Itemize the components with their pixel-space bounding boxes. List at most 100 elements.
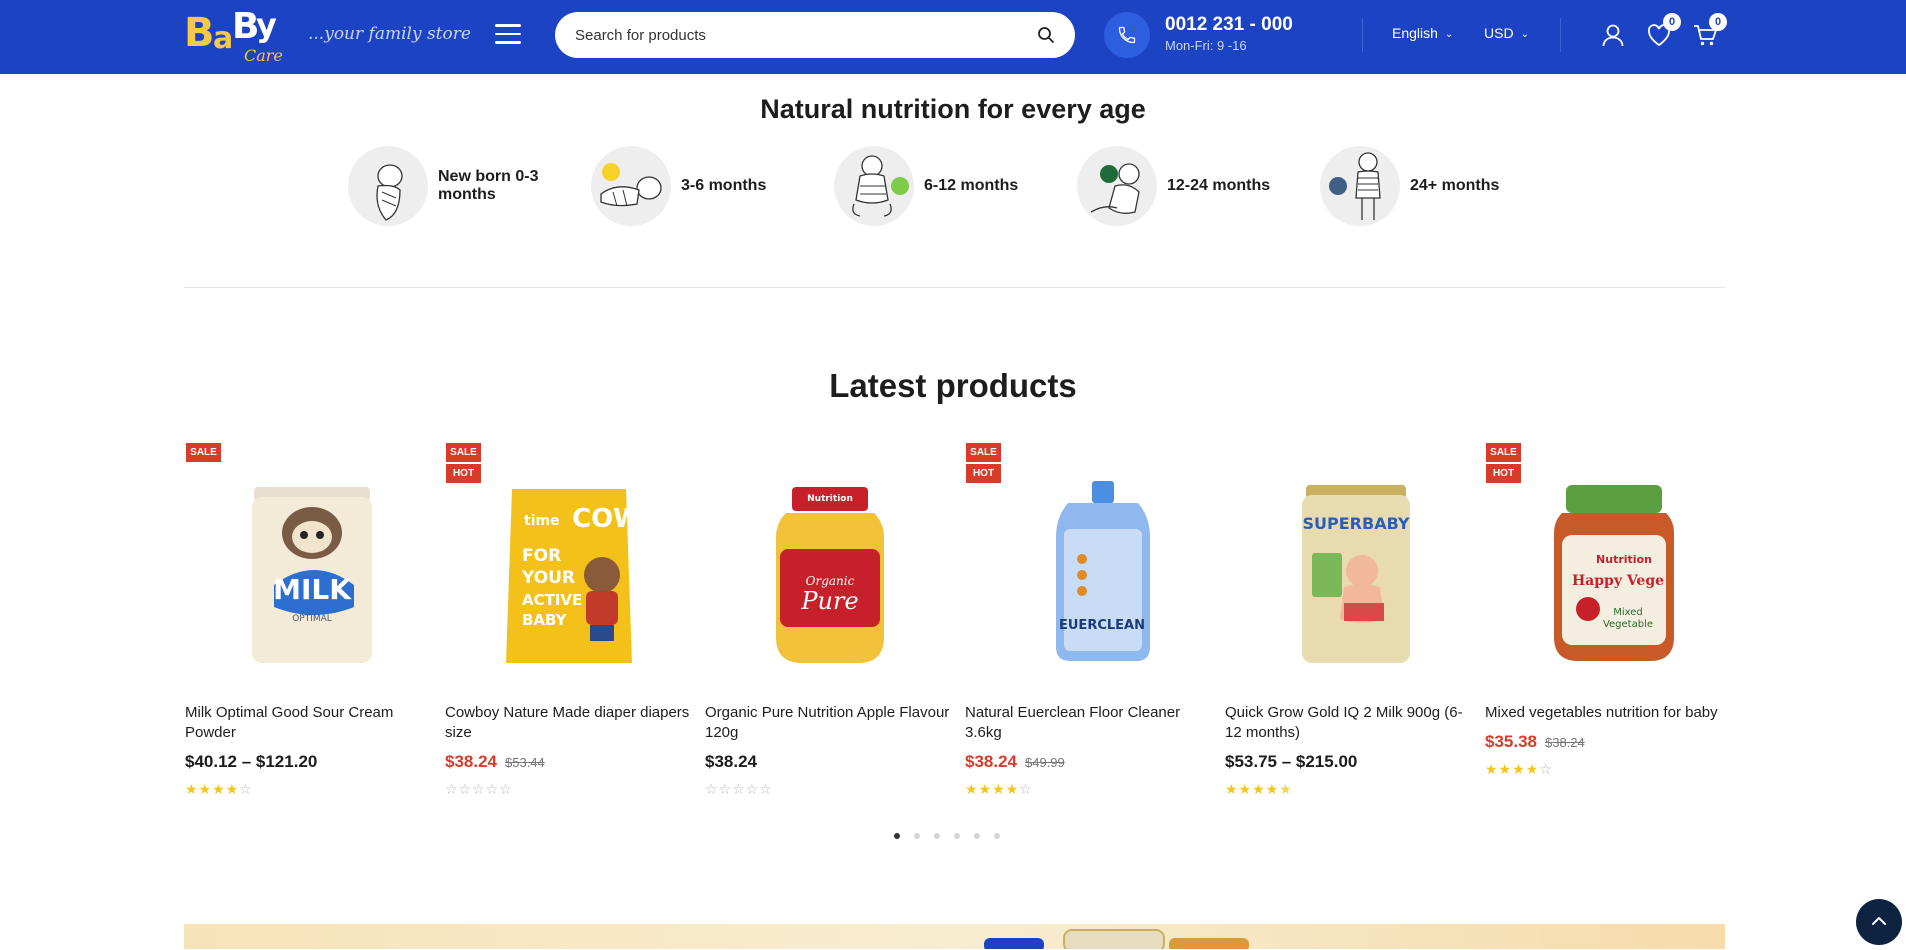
chevron-down-icon: ⌄: [1444, 29, 1454, 40]
product-name[interactable]: Mixed vegetables nutrition for baby: [1485, 703, 1730, 723]
svg-text:Care: Care: [244, 46, 283, 65]
language-selector[interactable]: English ⌄: [1392, 25, 1453, 41]
opening-hours: Mon-Fri: 9 -16: [1165, 38, 1247, 53]
back-to-top-button[interactable]: [1856, 899, 1902, 945]
svg-text:ACTIVE: ACTIVE: [522, 591, 582, 609]
svg-text:SUPERBABY: SUPERBABY: [1303, 514, 1410, 533]
price-current: $38.24: [965, 752, 1017, 771]
currency-label: USD: [1484, 25, 1514, 41]
product-rating: ★★★★☆: [965, 781, 1033, 797]
svg-text:y: y: [256, 6, 277, 44]
wishlist-icon[interactable]: 0: [1646, 13, 1681, 48]
carousel-dot[interactable]: [934, 833, 940, 839]
product-rating: ★★★★☆: [185, 781, 253, 797]
section-divider: [184, 287, 1725, 288]
svg-text:YOUR: YOUR: [521, 568, 575, 588]
age-category-label: New born 0-3 months: [438, 168, 539, 203]
svg-text:Mixed: Mixed: [1613, 607, 1643, 618]
product-price: $38.24: [705, 752, 757, 772]
product-name[interactable]: Natural Euerclean Floor Cleaner 3.6kg: [965, 703, 1210, 743]
product-image[interactable]: EUERCLEAN: [994, 463, 1184, 673]
header-divider: [1362, 18, 1363, 52]
product-rating: ☆☆☆☆☆: [445, 781, 513, 797]
sitting-baby-icon: [834, 146, 914, 226]
search-icon[interactable]: [1037, 26, 1055, 44]
cart-count-badge: 0: [1709, 13, 1727, 31]
carousel-dot[interactable]: [914, 833, 920, 839]
carousel-dot[interactable]: [974, 833, 980, 839]
header-divider: [1560, 18, 1561, 52]
promo-banner[interactable]: [184, 924, 1725, 949]
product-name[interactable]: Cowboy Nature Made diaper diapers size: [445, 703, 690, 743]
wishlist-count-badge: 0: [1663, 13, 1681, 31]
standing-child-icon: [1320, 146, 1400, 226]
product-price: $53.75 – $215.00: [1225, 752, 1357, 772]
product-image[interactable]: Nutrition Happy Vege Mixed Vegetable: [1514, 463, 1704, 673]
product-rating: ★★★★☆: [1485, 761, 1553, 777]
price-old: $49.99: [1025, 755, 1065, 770]
product-price: $35.38 $38.24: [1485, 732, 1585, 752]
product-price: $40.12 – $121.20: [185, 752, 317, 772]
age-category-12-24[interactable]: 12-24 months: [1077, 145, 1279, 227]
store-tagline: ...your family store: [308, 24, 471, 44]
brand-logo[interactable]: B a B y Care: [184, 6, 286, 66]
price-old: $38.24: [1545, 735, 1585, 750]
product-name[interactable]: Quick Grow Gold IQ 2 Milk 900g (6-12 mon…: [1225, 703, 1470, 743]
age-category-6-12[interactable]: 6-12 months: [834, 145, 1036, 227]
latest-products-title: Latest products: [829, 367, 1077, 404]
svg-text:EUERCLEAN: EUERCLEAN: [1059, 618, 1145, 633]
chevron-up-icon: [1872, 917, 1886, 925]
svg-text:time: time: [524, 513, 560, 529]
carousel-dot[interactable]: [954, 833, 960, 839]
svg-text:Nutrition: Nutrition: [1596, 553, 1652, 566]
account-icon[interactable]: [1600, 22, 1626, 48]
menu-icon[interactable]: [495, 24, 521, 46]
sale-badge: SALE: [446, 443, 481, 462]
product-image[interactable]: SUPERBABY: [1254, 463, 1444, 673]
svg-text:a: a: [213, 21, 233, 56]
svg-text:BABY: BABY: [522, 611, 568, 629]
age-category-newborn[interactable]: New born 0-3 months: [348, 145, 550, 227]
price-current: $35.38: [1485, 732, 1537, 751]
age-category-label: 24+ months: [1410, 177, 1500, 194]
search-input[interactable]: [575, 12, 1015, 58]
product-price: $38.24 $49.99: [965, 752, 1065, 772]
svg-text:Happy Vege: Happy Vege: [1572, 573, 1664, 589]
product-rating: ☆☆☆☆☆: [705, 781, 773, 797]
product-image[interactable]: Organic Pure Nutrition: [734, 463, 924, 673]
sale-badge: SALE: [966, 443, 1001, 462]
svg-text:OPTIMAL: OPTIMAL: [292, 614, 332, 624]
age-category-label: 12-24 months: [1167, 177, 1271, 194]
currency-selector[interactable]: USD ⌄: [1484, 25, 1529, 41]
product-image[interactable]: time COWB FOR YOUR ACTIVE BABY: [474, 463, 664, 673]
age-category-label: 3-6 months: [681, 177, 767, 194]
price-current: $38.24: [445, 752, 497, 771]
svg-text:Organic: Organic: [806, 574, 855, 588]
product-image[interactable]: MILK OPTIMAL: [214, 463, 404, 673]
product-name[interactable]: Organic Pure Nutrition Apple Flavour 120…: [705, 703, 950, 743]
sale-badge: SALE: [186, 443, 221, 462]
price-current: $38.24: [705, 752, 757, 771]
search-bar: [555, 12, 1075, 58]
svg-text:Nutrition: Nutrition: [807, 494, 853, 504]
svg-text:FOR: FOR: [522, 546, 561, 566]
carousel-dot[interactable]: [894, 833, 900, 839]
phone-number[interactable]: 0012 231 - 000: [1165, 14, 1293, 36]
site-header: B a B y Care ...your family store 0012 2…: [0, 0, 1906, 74]
phone-icon[interactable]: [1104, 12, 1150, 58]
age-category-24-plus[interactable]: 24+ months: [1320, 145, 1522, 227]
product-rating: ★★★★★: [1225, 781, 1293, 797]
carousel-dot[interactable]: [994, 833, 1000, 839]
age-category-3-6[interactable]: 3-6 months: [591, 145, 793, 227]
svg-text:MILK: MILK: [273, 573, 352, 606]
svg-text:B: B: [184, 10, 215, 56]
product-price: $38.24 $53.44: [445, 752, 545, 772]
cart-icon[interactable]: 0: [1692, 13, 1727, 48]
product-name[interactable]: Milk Optimal Good Sour Cream Powder: [185, 703, 430, 743]
nutrition-section-title: Natural nutrition for every age: [760, 94, 1146, 124]
language-label: English: [1392, 25, 1438, 41]
price-old: $53.44: [505, 755, 545, 770]
chevron-down-icon: ⌄: [1520, 29, 1529, 40]
sale-badge: SALE: [1486, 443, 1521, 462]
playing-toddler-icon: [1077, 146, 1157, 226]
